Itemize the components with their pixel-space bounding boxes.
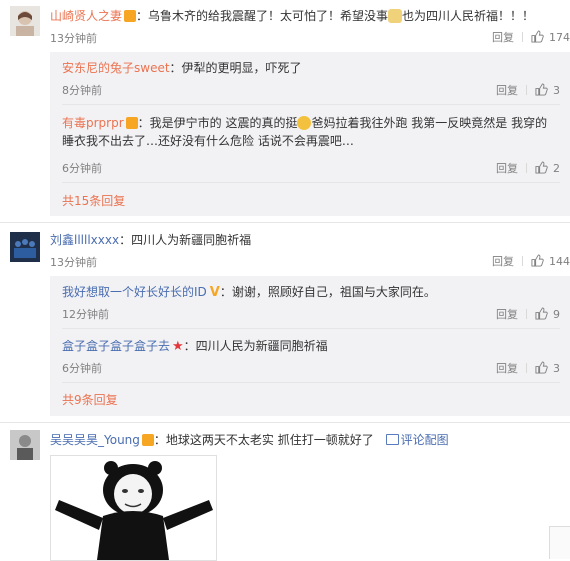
like-count: 144 [549, 255, 570, 268]
reply-actions: 回复 3 [496, 360, 560, 376]
comment-text: ：乌鲁木齐的给我震醒了！太可怕了！希望没事 [136, 9, 389, 23]
reply-item: 我好想取一个好长好长的ID V：谢谢，照顾好自己，祖国与大家同在。 [62, 284, 436, 301]
like-button[interactable]: 174 [531, 30, 570, 44]
timestamp: 13分钟前 [50, 256, 97, 269]
like-count: 2 [553, 162, 560, 175]
replier-name[interactable]: 盒子盒子盒子盒子去 [62, 339, 170, 353]
replier-name[interactable]: 我好想取一个好长好长的ID [62, 285, 207, 299]
panda-meme-image [55, 461, 213, 560]
thumbs-up-icon [531, 30, 544, 43]
reply-button[interactable]: 回复 [496, 362, 518, 375]
reply-text-line2: 睡衣我不出去了…还好没有什么危险 话说不会再震吧… [62, 134, 354, 148]
reply-item: 盒子盒子盒子盒子去 ★：四川人民为新疆同胞祈福 [62, 338, 328, 355]
vip-badge-icon [125, 117, 138, 129]
reply-text: ：我是伊宁市的 这震的真的挺 [137, 116, 298, 130]
like-count: 174 [549, 31, 570, 44]
thumbs-up-icon [535, 83, 548, 96]
avatar[interactable] [10, 232, 40, 262]
reply-text: ：伊犁的更明显，吓死了 [169, 61, 302, 75]
like-count: 9 [553, 308, 560, 321]
timestamp: 12分钟前 [62, 308, 109, 321]
commenter-name[interactable]: 山崎贤人之妻 [50, 9, 122, 23]
timestamp: 13分钟前 [50, 32, 97, 45]
like-count: 3 [553, 84, 560, 97]
commenter-name[interactable]: 吴吴吴昊_Young [50, 433, 140, 447]
comment-text: ：地球这两天不太老实 抓住打一顿就好了 [153, 433, 374, 447]
divider [62, 328, 560, 329]
comment-1: 山崎贤人之妻 ：乌鲁木齐的给我震醒了！太可怕了！希望没事 也为四川人民祈福！！！ [50, 8, 570, 24]
like-button[interactable]: 3 [535, 83, 560, 97]
star-badge-icon: ★ [172, 339, 184, 354]
comment-text-continued: 也为四川人民祈福！！！ [402, 9, 535, 23]
comment-3: 吴吴吴昊_Young ：地球这两天不太老实 抓住打一顿就好了 评论配图 [50, 432, 449, 448]
divider [526, 85, 527, 95]
like-button[interactable]: 3 [535, 361, 560, 375]
commenter-name[interactable]: 刘鑫lllllxxxx [50, 233, 119, 247]
divider [62, 382, 560, 383]
timestamp: 8分钟前 [62, 84, 102, 97]
comment-picture-link[interactable]: 评论配图 [385, 433, 449, 447]
reply-actions: 回复 9 [496, 306, 560, 322]
comment-actions: 回复 174 [492, 29, 570, 45]
reply-text: ：四川人民为新疆同胞祈福 [183, 339, 328, 353]
timestamp: 6分钟前 [62, 362, 102, 375]
divider [526, 309, 527, 319]
reply-button[interactable]: 回复 [496, 308, 518, 321]
reply-text-continued: 爸妈拉着我往外跑 我第一反映竟然是 我穿的 [311, 116, 548, 130]
thumbs-up-icon [531, 254, 544, 267]
divider [522, 256, 523, 266]
divider [522, 32, 523, 42]
verified-v-icon: V [209, 285, 220, 300]
comment-picture-label: 评论配图 [400, 433, 449, 447]
timestamp: 6分钟前 [62, 162, 102, 175]
reply-item: 安东尼的兔子sweet：伊犁的更明显，吓死了 [62, 60, 302, 76]
pray-emoji-icon [388, 9, 403, 23]
image-icon [385, 434, 399, 445]
comment-separator [0, 222, 570, 223]
reply-button[interactable]: 回复 [496, 162, 518, 175]
avatar-image [10, 430, 40, 460]
reply-button[interactable]: 回复 [492, 255, 514, 268]
avatar-image [10, 232, 40, 262]
more-replies-link[interactable]: 共15条回复 [62, 192, 125, 209]
comment-separator [0, 422, 570, 423]
comment-2: 刘鑫lllllxxxx：四川人为新疆同胞祈福 [50, 232, 251, 248]
divider [62, 182, 560, 183]
like-button[interactable]: 144 [531, 254, 570, 268]
vip-badge-icon [141, 434, 154, 446]
divider [526, 163, 527, 173]
vip-badge-icon [124, 10, 137, 22]
reply-button[interactable]: 回复 [492, 31, 514, 44]
like-count: 3 [553, 362, 560, 375]
avatar-image [10, 6, 40, 36]
reply-actions: 回复 3 [496, 82, 560, 98]
thumbs-up-icon [535, 307, 548, 320]
like-button[interactable]: 9 [535, 307, 560, 321]
avatar[interactable] [10, 430, 40, 460]
reply-text: ：谢谢，照顾好自己，祖国与大家同在。 [219, 285, 436, 299]
reply-button[interactable]: 回复 [496, 84, 518, 97]
avatar[interactable] [10, 6, 40, 36]
thumbs-up-icon [535, 361, 548, 374]
comment-actions: 回复 144 [492, 253, 570, 269]
reply-item: 有毒prprpr ：我是伊宁市的 这震的真的挺 爸妈拉着我往外跑 我第一反映竟然是 … [62, 114, 562, 150]
replier-name[interactable]: 有毒prprpr [62, 116, 124, 130]
replier-name[interactable]: 安东尼的兔子sweet [62, 61, 170, 75]
comment-text: ：四川人为新疆同胞祈福 [119, 233, 252, 247]
divider [526, 363, 527, 373]
like-button[interactable]: 2 [535, 161, 560, 175]
scroll-corner[interactable] [549, 526, 570, 559]
reply-actions: 回复 2 [496, 160, 560, 176]
thumbs-up-icon [535, 161, 548, 174]
divider [62, 104, 560, 105]
comment-image[interactable] [50, 455, 217, 561]
more-replies-link[interactable]: 共9条回复 [62, 391, 118, 408]
scared-emoji-icon [297, 116, 312, 130]
